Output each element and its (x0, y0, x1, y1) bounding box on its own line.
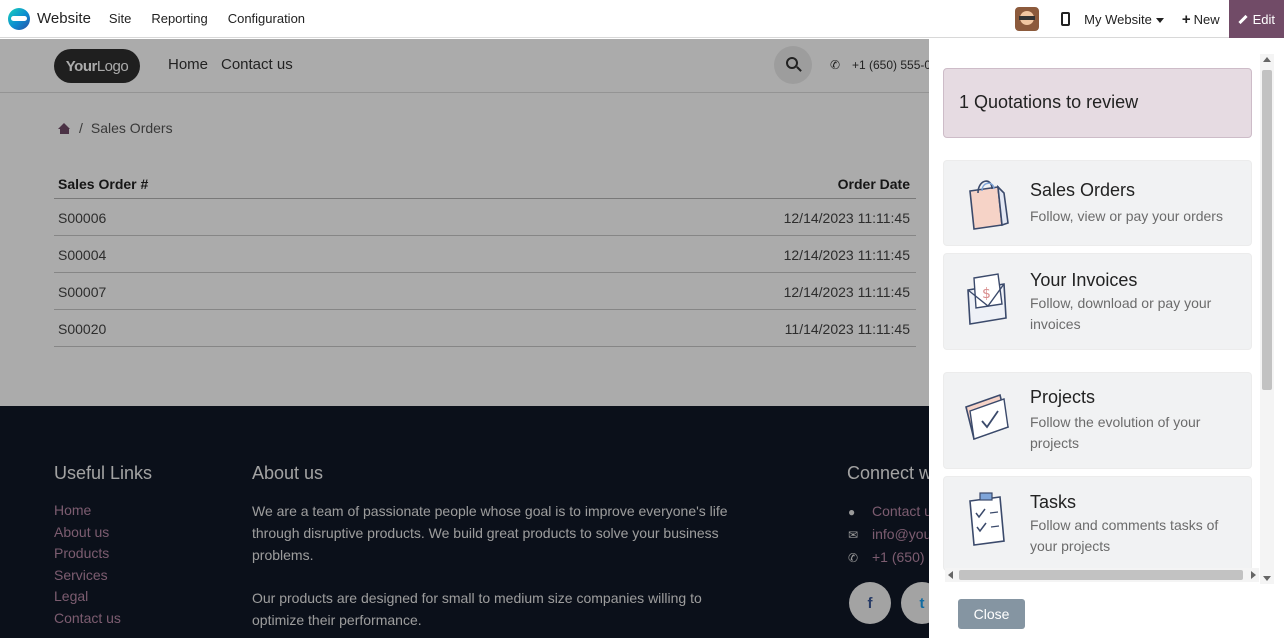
scrollbar-thumb[interactable] (959, 570, 1243, 580)
project-folder-icon (965, 393, 1009, 441)
card-title: Your Invoices (1030, 270, 1138, 290)
new-label: New (1193, 11, 1220, 27)
edit-button[interactable]: Edit (1228, 0, 1284, 38)
close-button[interactable]: Close (958, 599, 1025, 629)
card-subtitle: Follow, download or pay your invoices (1030, 295, 1212, 332)
menu-configuration[interactable]: Configuration (228, 11, 305, 26)
card-subtitle: Follow the evolution of your projects (1030, 414, 1201, 451)
scroll-right-icon[interactable] (1251, 571, 1256, 579)
card-title: Sales Orders (1030, 180, 1136, 200)
card-title: Projects (1030, 387, 1096, 407)
portal-panel: 1 Quotations to review Sales Orders Foll… (929, 39, 1284, 638)
admin-navbar: Website Site Reporting Configuration My … (0, 0, 1284, 38)
website-switcher-label: My Website (1084, 11, 1152, 27)
user-avatar[interactable] (1015, 7, 1040, 31)
plus-icon: + (1181, 10, 1191, 28)
task-checklist-icon (969, 492, 1005, 546)
caret-down-icon (1155, 17, 1164, 23)
card-projects[interactable]: Projects Follow the evolution of your pr… (943, 372, 1252, 469)
app-name: Website (37, 10, 91, 27)
website-switcher[interactable]: My Website (1084, 12, 1164, 27)
scroll-up-icon[interactable] (1263, 57, 1271, 62)
pencil-icon (1237, 14, 1248, 24)
card-your-invoices[interactable]: $ Your Invoices Follow, download or pay … (943, 253, 1252, 350)
card-sales-orders[interactable]: Sales Orders Follow, view or pay your or… (943, 160, 1252, 246)
scroll-down-icon[interactable] (1263, 576, 1271, 581)
navbar-right: My Website + New Edit (1015, 0, 1284, 38)
card-title: Tasks (1030, 492, 1077, 512)
scroll-left-icon[interactable] (948, 571, 953, 579)
shopping-bag-icon (969, 180, 1009, 230)
card-tasks[interactable]: Tasks Follow and comments tasks of your … (943, 476, 1252, 571)
mobile-preview-icon[interactable] (1061, 12, 1071, 26)
card-subtitle: Follow, view or pay your orders (1030, 208, 1223, 224)
quotations-banner[interactable]: 1 Quotations to review (943, 68, 1252, 138)
horizontal-scrollbar[interactable] (945, 568, 1259, 582)
svg-text:$: $ (982, 286, 991, 302)
menu-site[interactable]: Site (109, 11, 131, 26)
website-app-logo[interactable]: Website (8, 7, 109, 30)
new-button[interactable]: + New (1182, 11, 1220, 28)
invoice-envelope-icon: $ (967, 273, 1007, 325)
card-subtitle: Follow and comments tasks of your projec… (1030, 517, 1219, 554)
scrollbar-thumb[interactable] (1262, 70, 1272, 390)
odoo-website-icon (8, 7, 30, 30)
quotations-banner-text: 1 Quotations to review (959, 92, 1139, 112)
edit-label: Edit (1252, 11, 1275, 27)
vertical-scrollbar[interactable] (1260, 54, 1274, 584)
menu-reporting[interactable]: Reporting (151, 11, 207, 26)
